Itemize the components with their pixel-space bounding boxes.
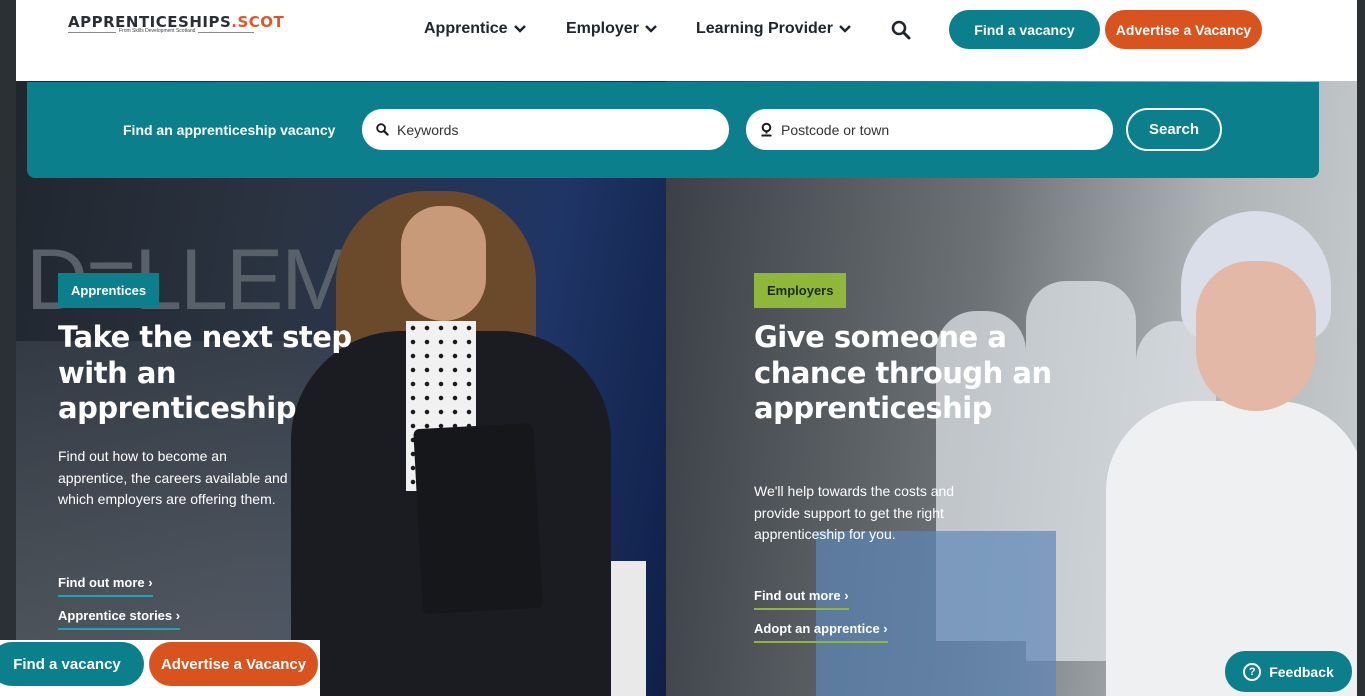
nav-apprentice[interactable]: Apprentice [424, 19, 526, 39]
nav-employer[interactable]: Employer [566, 19, 657, 39]
site-header: APPRENTICESHIPS.SCOT From Skills Develop… [16, 0, 1357, 81]
chevron-down-icon [513, 25, 526, 33]
postcode-input[interactable]: Postcode or town [746, 109, 1113, 150]
keywords-placeholder: Keywords [397, 121, 459, 138]
employers-heading: Give someone a chance through an apprent… [754, 320, 1052, 425]
feedback-button[interactable]: ? Feedback [1225, 651, 1352, 692]
sticky-find-vacancy-button[interactable]: Find a vacancy [0, 642, 144, 686]
apprentices-tag: Apprentices [58, 273, 160, 308]
advertise-vacancy-button[interactable]: Advertise a Vacancy [1105, 10, 1262, 49]
help-circle-icon: ? [1243, 662, 1262, 681]
site-logo[interactable]: APPRENTICESHIPS.SCOT From Skills Develop… [68, 13, 284, 43]
apprentices-text: Find out how to become an apprentice, th… [58, 448, 288, 507]
logo-suffix: SCOT [237, 13, 285, 31]
search-icon[interactable] [891, 20, 911, 40]
apprentice-stories-link[interactable]: Apprentice stories › [58, 608, 181, 630]
employers-tag: Employers [754, 273, 847, 308]
search-label: Find an apprenticeship vacancy [123, 122, 336, 138]
search-button[interactable]: Search [1126, 108, 1222, 151]
chevron-down-icon [645, 25, 657, 33]
find-vacancy-button[interactable]: Find a vacancy [949, 10, 1100, 49]
nav-learning-provider[interactable]: Learning Provider [696, 19, 851, 39]
location-pin-icon [761, 122, 772, 137]
nav-apprentice-label: Apprentice [424, 20, 508, 37]
sticky-advertise-vacancy-button[interactable]: Advertise a Vacancy [149, 642, 318, 686]
employers-find-out-more-link[interactable]: Find out more › [754, 588, 849, 610]
chevron-down-icon [839, 25, 851, 33]
keywords-input[interactable]: Keywords [362, 109, 729, 150]
apprentices-find-out-more-link[interactable]: Find out more › [58, 575, 153, 597]
adopt-apprentice-link[interactable]: Adopt an apprentice › [754, 621, 888, 643]
laptop-image [413, 422, 543, 615]
search-icon [376, 123, 389, 136]
vacancy-search-bar: Find an apprenticeship vacancy Keywords … [27, 82, 1319, 178]
nav-learning-provider-label: Learning Provider [696, 20, 833, 37]
employers-text: We'll help towards the costs and provide… [754, 483, 955, 542]
logo-tagline: From Skills Development Scotland [116, 28, 199, 34]
apprentices-heading: Take the next step with an apprenticeshi… [58, 320, 352, 425]
postcode-placeholder: Postcode or town [781, 121, 890, 138]
feedback-label: Feedback [1269, 663, 1334, 680]
nav-employer-label: Employer [566, 20, 639, 37]
